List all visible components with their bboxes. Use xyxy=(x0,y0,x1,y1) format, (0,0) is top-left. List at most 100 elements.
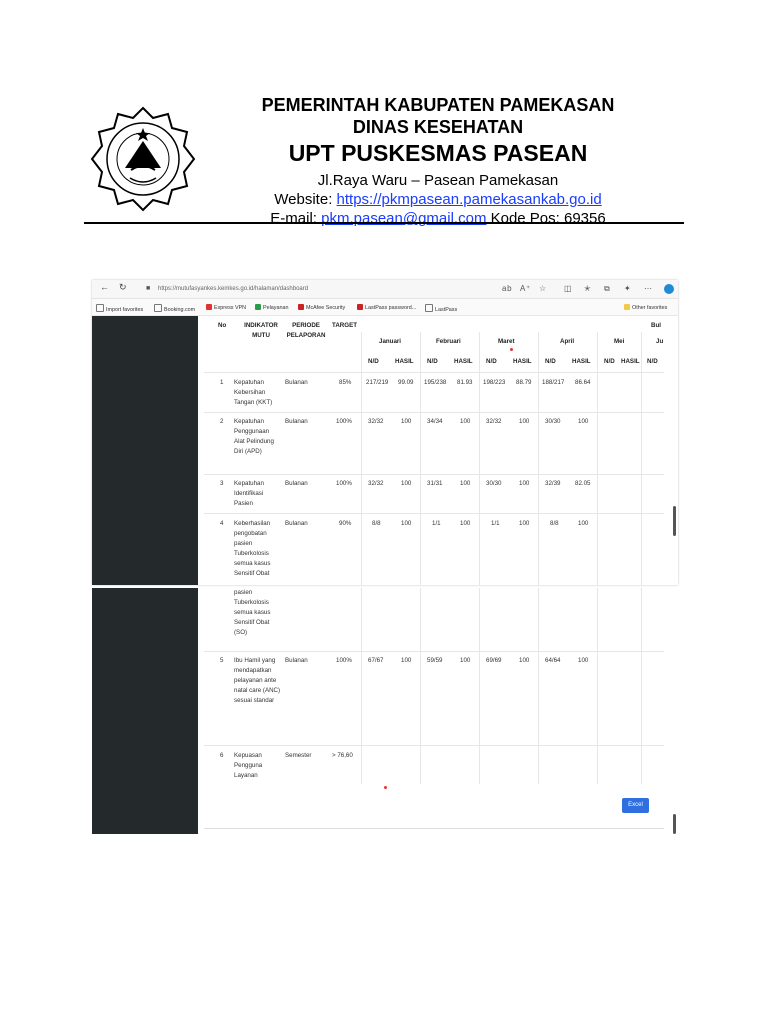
column-line xyxy=(597,588,598,784)
col-no: No xyxy=(218,322,227,329)
row5-periode: Bulanan xyxy=(285,657,308,664)
row2-feb-nd: 34/34 xyxy=(427,418,443,425)
row1-indikator: Kepatuhan Kebersihan Tangan (KKT) xyxy=(234,379,273,406)
row1-target: 85% xyxy=(339,379,352,386)
fav-pelayanan[interactable]: Pelayanan xyxy=(255,304,288,311)
row5-jan-hasil: 100 xyxy=(401,657,412,664)
row1-mar-hasil: 88.79 xyxy=(516,379,532,386)
government-name: PEMERINTAH KABUPATEN PAMEKASAN xyxy=(261,95,615,115)
row5-feb-nd: 59/59 xyxy=(427,657,443,664)
fav-lastpass-password[interactable]: LastPass password... xyxy=(357,304,416,311)
row1-feb-nd: 195/238 xyxy=(424,379,447,386)
row4-apr-nd: 8/8 xyxy=(550,520,559,527)
row-divider xyxy=(204,474,664,475)
row5-mar-hasil: 100 xyxy=(519,657,530,664)
row2-apr-hasil: 100 xyxy=(578,418,589,425)
jan-nd-header: N/D xyxy=(368,358,379,365)
office-name: DINAS KESEHATAN xyxy=(352,117,524,137)
month-maret: Maret xyxy=(498,338,515,345)
scrollbar-thumb[interactable] xyxy=(673,506,676,536)
row3-jan-nd: 32/32 xyxy=(368,480,384,487)
email-label: E-mail: xyxy=(270,210,322,227)
address-bar[interactable]: ■ https://mutufasyankes.kemkes.go.id/hal… xyxy=(144,283,504,295)
row2-jan-hasil: 100 xyxy=(401,418,412,425)
row3-mar-hasil: 100 xyxy=(519,480,530,487)
month-mei: Mei xyxy=(614,338,625,345)
apr-hasil-header: HASIL xyxy=(572,358,591,365)
browser-toolbar: ← ↻ ■ https://mutufasyankes.kemkes.go.id… xyxy=(92,280,678,299)
column-line xyxy=(479,332,480,585)
extensions-icon[interactable]: ✦ xyxy=(624,284,631,293)
vertical-scrollbar[interactable] xyxy=(672,588,677,834)
row4-indikator-continued: pasien Tuberkolosis semua kasus Sensitif… xyxy=(234,589,271,636)
month-februari: Februari xyxy=(436,338,461,345)
row1-periode: Bulanan xyxy=(285,379,308,386)
row1-feb-hasil: 81.93 xyxy=(457,379,473,386)
col-target: TARGET xyxy=(332,322,357,329)
row1-mar-nd: 198/223 xyxy=(483,379,506,386)
fav-mcafee[interactable]: McAfee Security xyxy=(298,304,345,311)
mei-hasil-header: HASIL xyxy=(621,358,640,365)
row-divider xyxy=(204,412,664,413)
row5-jan-nd: 67/67 xyxy=(368,657,384,664)
address: Jl.Raya Waru – Pasean Pamekasan xyxy=(317,172,559,189)
translate-icon[interactable]: a b xyxy=(502,284,512,293)
row4-apr-hasil: 100 xyxy=(578,520,589,527)
pamekasan-regency-emblem-icon xyxy=(90,106,196,212)
row2-mar-hasil: 100 xyxy=(519,418,530,425)
favorite-star-icon[interactable]: ☆ xyxy=(539,284,546,293)
feb-nd-header: N/D xyxy=(427,358,438,365)
email-link[interactable]: pkm.pasean@gmail.com xyxy=(321,210,486,227)
website-line: Website: https://pkmpasean.pamekasankab.… xyxy=(230,190,646,209)
fav-expressvpn[interactable]: Express VPN xyxy=(206,304,246,311)
copilot-icon[interactable] xyxy=(664,284,674,294)
row2-jan-nd: 32/32 xyxy=(368,418,384,425)
row2-periode: Bulanan xyxy=(285,418,308,425)
row-divider xyxy=(204,513,664,514)
fav-other[interactable]: Other favorites xyxy=(624,304,667,311)
row6-indikator: Kepuasan Pengguna Layanan xyxy=(234,752,263,779)
column-line xyxy=(641,332,642,585)
collections-icon[interactable]: ⧉ xyxy=(604,284,610,294)
row4-jan-hasil: 100 xyxy=(401,520,412,527)
row3-apr-nd: 32/39 xyxy=(545,480,561,487)
indikator-mutu-table-continued: pasien Tuberkolosis semua kasus Sensitif… xyxy=(204,588,664,829)
column-line xyxy=(597,332,598,585)
split-screen-icon[interactable]: ◫ xyxy=(564,284,572,293)
website-link[interactable]: https://pkmpasean.pamekasankab.go.id xyxy=(337,191,602,208)
row5-target: 100% xyxy=(336,657,352,664)
back-arrow-icon[interactable]: ← xyxy=(100,282,109,292)
column-line xyxy=(538,588,539,784)
indikator-mutu-table: No INDIKATOR MUTU PERIODE PELAPORAN TARG… xyxy=(204,316,664,585)
row6-no: 6 xyxy=(220,752,224,759)
refresh-icon[interactable]: ↻ xyxy=(119,282,127,293)
col-bulan: Bul xyxy=(651,322,661,329)
favorites-icon[interactable]: ✭ xyxy=(584,284,591,293)
fav-lastpass[interactable]: LastPass xyxy=(425,304,457,313)
row4-mar-hasil: 100 xyxy=(519,520,530,527)
mar-hasil-header: HASIL xyxy=(513,358,532,365)
dashboard-screenshot-bottom: pasien Tuberkolosis semua kasus Sensitif… xyxy=(92,588,678,834)
fav-import[interactable]: Import favorites xyxy=(96,304,143,313)
excel-export-button[interactable]: Excel xyxy=(622,798,649,813)
row6-periode: Semester xyxy=(285,752,312,759)
letterhead: PEMERINTAH KABUPATEN PAMEKASAN DINAS KES… xyxy=(0,0,768,230)
column-line xyxy=(420,588,421,784)
vertical-scrollbar[interactable] xyxy=(672,316,677,578)
facility-name: UPT PUSKESMAS PASEAN xyxy=(288,140,588,166)
row1-apr-hasil: 86.64 xyxy=(575,379,591,386)
feb-hasil-header: HASIL xyxy=(454,358,473,365)
header-divider xyxy=(204,372,664,373)
column-line xyxy=(420,332,421,585)
row4-indikator: Keberhasilan pengobatan pasien Tuberkolo… xyxy=(234,520,271,577)
sidebar-dark-panel xyxy=(92,588,198,834)
row3-feb-nd: 31/31 xyxy=(427,480,443,487)
more-menu-icon[interactable]: ⋯ xyxy=(644,284,652,293)
row3-apr-hasil: 82.05 xyxy=(575,480,591,487)
scrollbar-thumb[interactable] xyxy=(673,814,676,834)
fav-booking[interactable]: Booking.com xyxy=(154,304,195,313)
cursor-dot xyxy=(510,348,513,351)
row5-apr-hasil: 100 xyxy=(578,657,589,664)
read-aloud-icon[interactable]: A ⁺ xyxy=(520,284,530,293)
lock-icon: ■ xyxy=(146,285,151,292)
